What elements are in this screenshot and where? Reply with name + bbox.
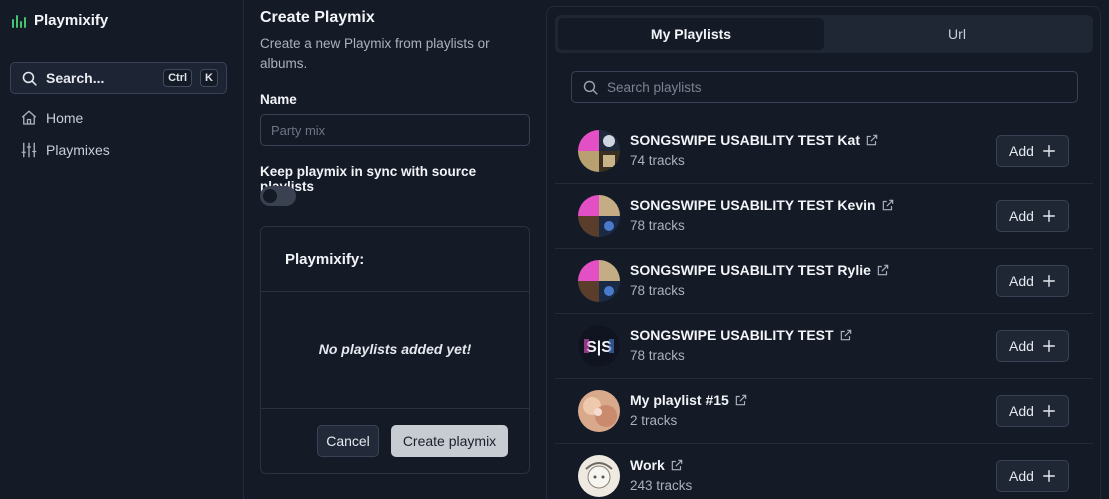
brand[interactable]: Playmixify [12, 12, 108, 29]
toggle-knob [263, 189, 277, 203]
search-label: Search... [46, 70, 105, 86]
add-label: Add [1009, 468, 1034, 484]
list-item: SONGSWIPE USABILITY TEST Rylie 78 tracks… [555, 249, 1093, 314]
sidebar: Playmixify Search... Ctrl K Home Playmix… [0, 0, 244, 499]
playlist-cover [578, 455, 620, 497]
card-title: Playmixify: [285, 251, 365, 268]
playlist-cover: S|S [578, 325, 620, 367]
sliders-icon [21, 142, 37, 158]
add-button[interactable]: Add [996, 135, 1069, 167]
list-item: SONGSWIPE USABILITY TEST Kat 74 tracks A… [555, 119, 1093, 184]
playlist-name[interactable]: SONGSWIPE USABILITY TEST [630, 327, 853, 343]
add-button[interactable]: Add [996, 460, 1069, 492]
tab-bar: My Playlists Url [555, 15, 1093, 53]
name-label: Name [260, 92, 297, 107]
playlist-list: SONGSWIPE USABILITY TEST Kat 74 tracks A… [555, 119, 1093, 499]
external-link-icon[interactable] [839, 328, 853, 342]
track-count: 243 tracks [630, 478, 693, 493]
create-playmix-button[interactable]: Create playmix [391, 425, 508, 457]
playlist-name[interactable]: SONGSWIPE USABILITY TEST Kat [630, 132, 879, 148]
list-item: Work 243 tracks Add [555, 444, 1093, 499]
home-icon [21, 110, 37, 125]
external-link-icon[interactable] [670, 458, 684, 472]
add-label: Add [1009, 338, 1034, 354]
add-label: Add [1009, 208, 1034, 224]
playlist-name[interactable]: My playlist #15 [630, 392, 748, 408]
playmixify-card: Playmixify: No playlists added yet! Canc… [260, 226, 530, 474]
plus-icon [1043, 405, 1055, 417]
plus-icon [1043, 210, 1055, 222]
divider [261, 291, 529, 292]
sync-toggle[interactable] [260, 186, 296, 206]
divider [261, 408, 529, 409]
track-count: 78 tracks [630, 348, 685, 363]
playlist-title: SONGSWIPE USABILITY TEST [630, 327, 834, 343]
playlist-title: SONGSWIPE USABILITY TEST Kevin [630, 197, 876, 213]
add-button[interactable]: Add [996, 330, 1069, 362]
create-playmix-panel: Create Playmix Create a new Playmix from… [260, 0, 530, 499]
svg-text:S|S: S|S [586, 339, 612, 356]
plus-icon [1043, 275, 1055, 287]
plus-icon [1043, 145, 1055, 157]
global-search-button[interactable]: Search... Ctrl K [10, 62, 227, 94]
sidebar-item-label: Playmixes [46, 142, 110, 158]
external-link-icon[interactable] [734, 393, 748, 407]
playlist-search[interactable] [571, 71, 1078, 103]
playlist-search-input[interactable] [607, 79, 1067, 95]
add-button[interactable]: Add [996, 265, 1069, 297]
add-label: Add [1009, 143, 1034, 159]
playlist-title: My playlist #15 [630, 392, 729, 408]
playlist-picker-panel: My Playlists Url SONGSWIPE USABILITY TES… [546, 6, 1101, 499]
search-icon [22, 71, 37, 86]
track-count: 2 tracks [630, 413, 678, 428]
shortcut-ctrl: Ctrl [163, 69, 193, 87]
playlist-cover [578, 260, 620, 302]
track-count: 74 tracks [630, 153, 685, 168]
app-title: Playmixify [34, 12, 109, 29]
playlist-name[interactable]: SONGSWIPE USABILITY TEST Rylie [630, 262, 890, 278]
add-label: Add [1009, 403, 1034, 419]
add-button[interactable]: Add [996, 395, 1069, 427]
playlist-title: Work [630, 457, 665, 473]
playlist-title: SONGSWIPE USABILITY TEST Rylie [630, 262, 871, 278]
cancel-button[interactable]: Cancel [317, 425, 379, 457]
list-item: SONGSWIPE USABILITY TEST Kevin 78 tracks… [555, 184, 1093, 249]
plus-icon [1043, 340, 1055, 352]
sidebar-item-home[interactable]: Home [20, 109, 83, 127]
playlist-title: SONGSWIPE USABILITY TEST Kat [630, 132, 860, 148]
page-title: Create Playmix [260, 9, 375, 26]
equalizer-icon [12, 14, 26, 28]
tab-my-playlists[interactable]: My Playlists [558, 18, 824, 50]
list-item: S|S SONGSWIPE USABILITY TEST 78 tracks A… [555, 314, 1093, 379]
tab-url[interactable]: Url [824, 18, 1090, 50]
external-link-icon[interactable] [881, 198, 895, 212]
add-label: Add [1009, 273, 1034, 289]
sidebar-item-label: Home [46, 110, 84, 126]
add-button[interactable]: Add [996, 200, 1069, 232]
empty-state-text: No playlists added yet! [318, 341, 472, 357]
playlist-cover [578, 390, 620, 432]
sidebar-item-playmixes[interactable]: Playmixes [20, 141, 110, 159]
external-link-icon[interactable] [876, 263, 890, 277]
sync-label: Keep playmix in sync with source playlis… [260, 164, 477, 194]
playlist-name[interactable]: Work [630, 457, 684, 473]
page-subtitle: Create a new Playmix from playlists or a… [260, 36, 490, 71]
external-link-icon[interactable] [865, 133, 879, 147]
track-count: 78 tracks [630, 283, 685, 298]
playlist-cover [578, 195, 620, 237]
name-input[interactable] [260, 114, 530, 146]
track-count: 78 tracks [630, 218, 685, 233]
search-icon [583, 80, 598, 95]
playlist-name[interactable]: SONGSWIPE USABILITY TEST Kevin [630, 197, 895, 213]
shortcut-k: K [200, 69, 218, 87]
list-item: My playlist #15 2 tracks Add [555, 379, 1093, 444]
playlist-cover [578, 130, 620, 172]
plus-icon [1043, 470, 1055, 482]
